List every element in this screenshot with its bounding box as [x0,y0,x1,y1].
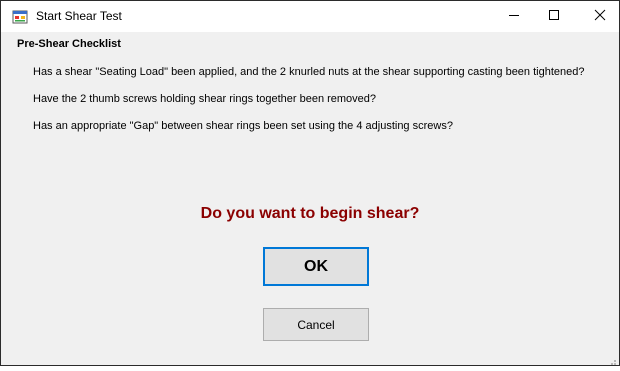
close-icon [594,8,606,26]
ok-button[interactable]: OK [263,247,369,286]
maximize-icon [548,8,560,26]
cancel-button[interactable]: Cancel [263,308,369,341]
application-icon [12,9,28,25]
maximize-button[interactable] [531,1,577,32]
title-bar[interactable]: Start Shear Test [1,1,619,32]
minimize-icon [508,8,520,26]
start-shear-test-dialog: Start Shear Test Pre-Shear Checklist Has… [0,0,620,366]
begin-shear-question: Do you want to begin shear? [200,205,420,222]
checklist-item: Has a shear "Seating Load" been applied,… [33,66,585,78]
checklist-item: Has an appropriate "Gap" between shear r… [33,120,453,132]
resize-grip-icon[interactable] [607,353,617,365]
window-title: Start Shear Test [36,9,122,23]
checklist-item: Have the 2 thumb screws holding shear ri… [33,93,377,105]
close-button[interactable] [577,1,620,32]
checklist-header: Pre-Shear Checklist [17,38,121,50]
